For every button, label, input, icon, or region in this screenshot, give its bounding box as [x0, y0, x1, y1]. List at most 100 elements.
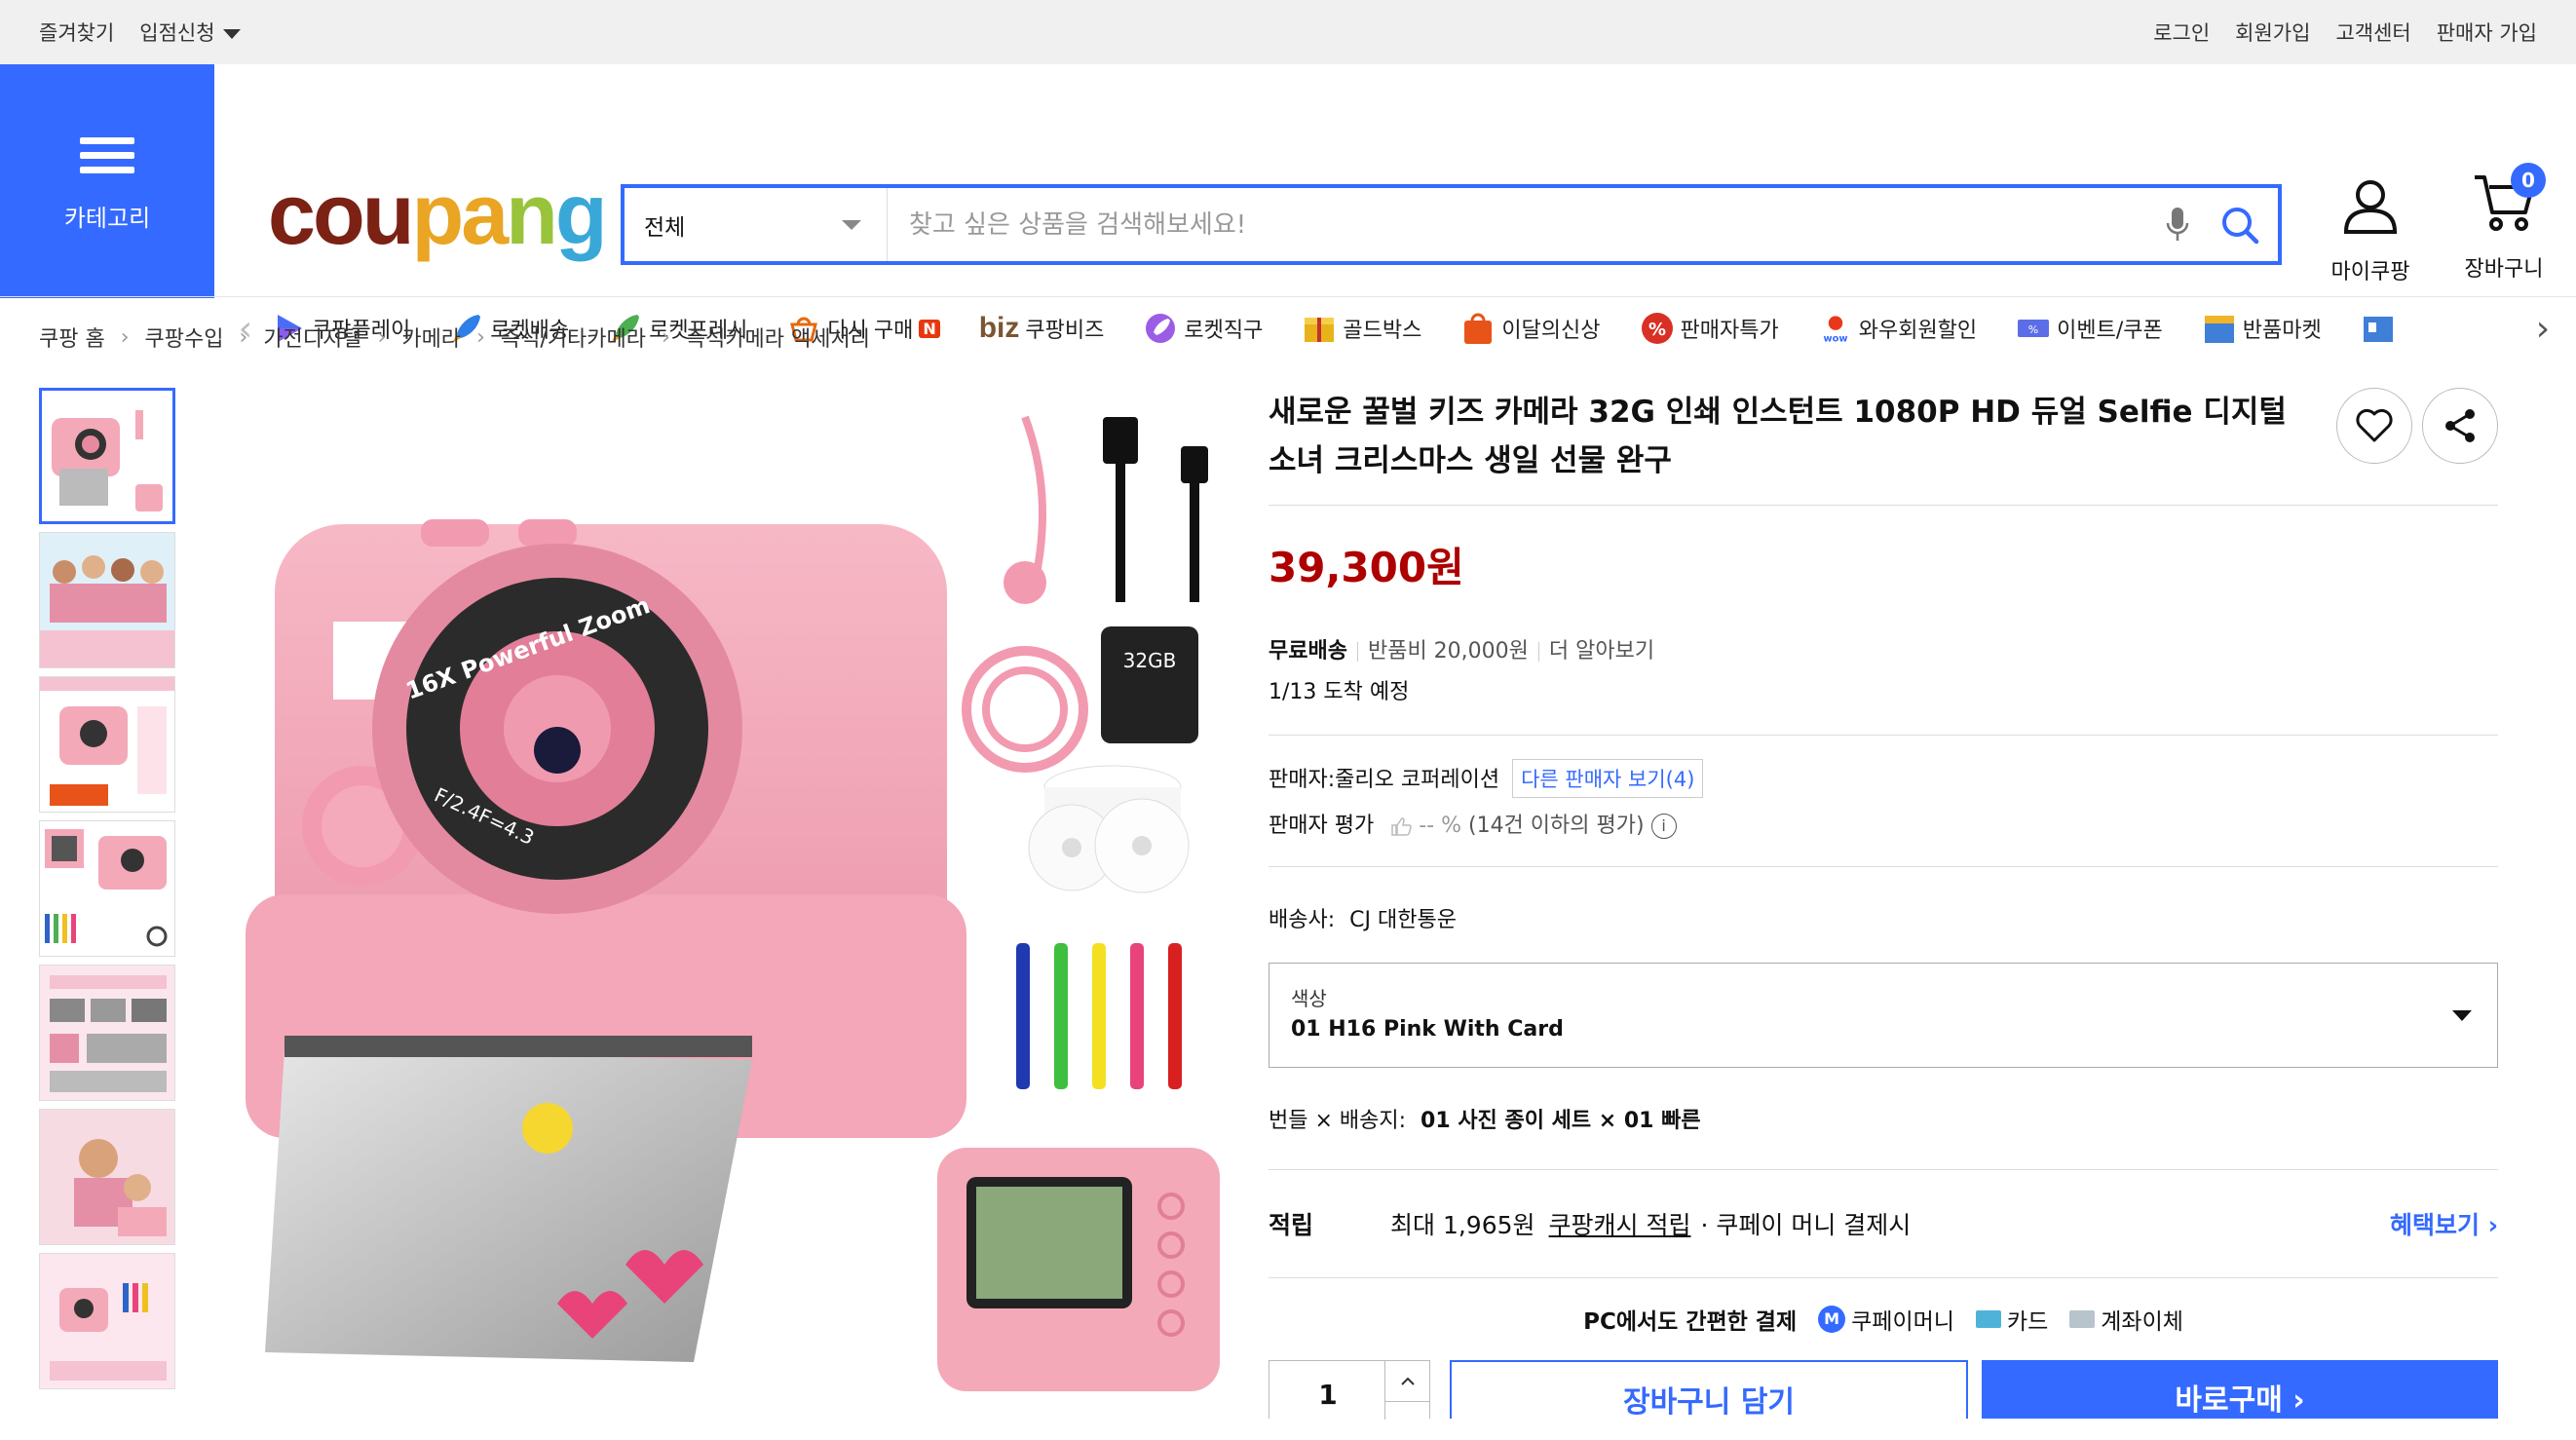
- quantity-decrease-button[interactable]: [1384, 1402, 1429, 1420]
- breadcrumb-item[interactable]: 카메라: [401, 322, 461, 353]
- buy-now-button[interactable]: 바로구매 ›: [1982, 1360, 2498, 1419]
- search-icon[interactable]: [2216, 201, 2264, 249]
- product-thumbnail[interactable]: [39, 1109, 175, 1245]
- search-scope-value: 전체: [644, 214, 686, 241]
- pay-title: PC에서도 간편한 결제: [1583, 1309, 1798, 1335]
- chevron-down-icon: [842, 219, 861, 230]
- cart-count-badge: 0: [2511, 163, 2546, 198]
- seller-join-link[interactable]: 판매자 가입: [2437, 18, 2537, 47]
- main-product-image[interactable]: 16X Powerful Zoom F/2.4F=4.3 32GB: [226, 388, 1230, 1401]
- svg-text:32GB: 32GB: [1123, 649, 1177, 672]
- nav-item-partial[interactable]: [2361, 311, 2396, 346]
- category-button[interactable]: 카테고리: [0, 64, 214, 298]
- seller-rating-row: 판매자 평가 -- % (14건 이하의 평가) i: [1269, 808, 2498, 839]
- benefit-link[interactable]: 혜택보기 ›: [2390, 1206, 2498, 1241]
- breadcrumb-item[interactable]: 쿠팡 홈: [39, 322, 105, 353]
- seller-rating-note: (14건 이하의 평가): [1467, 814, 1645, 838]
- nav-item-seller-deals[interactable]: % 판매자특가: [1640, 311, 1779, 346]
- coupang-logo[interactable]: coupang: [268, 171, 608, 257]
- other-sellers-button[interactable]: 다른 판매자 보기(4): [1512, 759, 1704, 798]
- goldbox-icon: [1302, 311, 1337, 346]
- nav-next-arrow-icon[interactable]: ›: [2527, 308, 2558, 349]
- carrier-row: 배송사: CJ 대한통운: [1269, 902, 2498, 933]
- product-thumbnail[interactable]: [39, 820, 175, 957]
- cart-button[interactable]: 0 장바구니: [2450, 163, 2557, 283]
- cart-label: 장바구니: [2464, 257, 2544, 282]
- return-fee: 반품비 20,000원: [1367, 639, 1529, 663]
- product-thumbnail[interactable]: [39, 676, 175, 813]
- store-icon: [2361, 311, 2396, 346]
- new-badge: N: [919, 319, 940, 338]
- chevron-right-icon: ›: [377, 324, 387, 350]
- caret-down-icon: [222, 29, 241, 39]
- support-link[interactable]: 고객센터: [2335, 18, 2410, 47]
- search-scope-select[interactable]: 전체: [625, 188, 888, 261]
- info-icon[interactable]: i: [1650, 814, 1677, 839]
- learn-more-link[interactable]: 더 알아보기: [1549, 639, 1654, 663]
- nav-label: 로켓직구: [1184, 319, 1264, 343]
- svg-text:%: %: [1648, 320, 1665, 340]
- search-bar: 전체: [621, 184, 2282, 265]
- quantity-value[interactable]: 1: [1269, 1379, 1386, 1411]
- nav-item-goldbox[interactable]: 골드박스: [1302, 311, 1421, 346]
- apply-menu[interactable]: 입점신청: [139, 18, 241, 47]
- bookmark-link[interactable]: 즐겨찾기: [39, 18, 114, 47]
- nav-label: 이달의신상: [1501, 319, 1601, 343]
- coupang-cash-link[interactable]: 쿠팡캐시 적립: [1549, 1206, 1691, 1241]
- nav-item-return-market[interactable]: 반품마켓: [2202, 311, 2322, 346]
- seller-rating-value: -- %: [1419, 814, 1461, 838]
- search-input[interactable]: [888, 188, 2153, 261]
- nav-label: 반품마켓: [2242, 319, 2322, 343]
- product-thumbnail[interactable]: [39, 1253, 175, 1389]
- nav-item-coupang-biz[interactable]: biz 쿠팡비즈: [979, 312, 1105, 345]
- seller-name[interactable]: 줄리오 코퍼레이션: [1335, 768, 1499, 792]
- signup-link[interactable]: 회원가입: [2235, 18, 2310, 47]
- seller-rating-label: 판매자 평가: [1269, 814, 1375, 838]
- arrival-estimate: 1/13 도착 예정: [1269, 680, 1410, 704]
- chevron-right-icon: ›: [661, 324, 670, 350]
- login-link[interactable]: 로그인: [2153, 18, 2210, 47]
- payment-methods-row: PC에서도 간편한 결제 M 쿠페이머니 카드 계좌이체: [1269, 1278, 2498, 1360]
- hamburger-icon: [80, 130, 134, 181]
- breadcrumb-item[interactable]: 즉석카메라 액세서리: [686, 322, 870, 353]
- wishlist-button[interactable]: [2336, 388, 2412, 464]
- nav-label: 골드박스: [1343, 319, 1422, 343]
- global-rocket-icon: [1143, 311, 1178, 346]
- nav-item-rocket-global[interactable]: 로켓직구: [1143, 311, 1263, 346]
- product-thumbnail[interactable]: [39, 965, 175, 1101]
- chevron-right-icon: ›: [476, 324, 485, 350]
- my-coupang-label: 마이쿠팡: [2330, 260, 2410, 284]
- breadcrumb-item[interactable]: 쿠팡수입: [145, 322, 224, 353]
- product-thumbnail[interactable]: [39, 388, 175, 524]
- add-to-cart-button[interactable]: 장바구니 담기: [1450, 1360, 1968, 1420]
- microphone-icon[interactable]: [2153, 201, 2202, 249]
- return-market-icon: [2202, 311, 2237, 346]
- reward-max: 최대 1,965원: [1390, 1211, 1535, 1239]
- product-thumbnail[interactable]: [39, 532, 175, 668]
- my-coupang-button[interactable]: 마이쿠팡: [2322, 176, 2419, 285]
- product-price: 39,300원: [1269, 544, 1464, 591]
- color-option-select[interactable]: 색상 01 H16 Pink With Card: [1269, 963, 2498, 1068]
- card-icon: [1975, 1310, 2001, 1328]
- quantity-increase-button[interactable]: [1384, 1361, 1429, 1402]
- bundle-label: 번들 × 배송지:: [1269, 1109, 1407, 1133]
- nav-item-events-coupons[interactable]: % 이벤트/쿠폰: [2016, 311, 2163, 346]
- option-label: 색상: [1291, 987, 1327, 1010]
- breadcrumb-item[interactable]: 가전디지털: [263, 322, 361, 353]
- shipping-row: 무료배송 반품비 20,000원 더 알아보기: [1269, 633, 2498, 664]
- coupay-money-tag: M 쿠페이머니: [1818, 1303, 1954, 1336]
- biz-icon: biz: [978, 312, 1020, 344]
- nav-item-wow-discount[interactable]: wow 와우회원할인: [1818, 311, 1977, 346]
- free-shipping-label: 무료배송: [1269, 639, 1347, 663]
- thumbnail-list: [39, 388, 177, 1397]
- share-button[interactable]: [2422, 388, 2498, 464]
- breadcrumb-item[interactable]: 즉석/기타카메라: [501, 322, 646, 353]
- breadcrumb: 쿠팡 홈 › 쿠팡수입 › 가전디지털 › 카메라 › 즉석/기타카메라 › 즉석카메라 …: [39, 322, 870, 353]
- bundle-row: 번들 × 배송지: 01 사진 종이 세트 × 01 빠른: [1269, 1103, 2498, 1134]
- product-info: 새로운 꿀벌 키즈 카메라 32G 인쇄 인스턴트 1080P HD 듀얼 Se…: [1269, 388, 2498, 1420]
- nav-item-monthly-new[interactable]: 이달의신상: [1460, 311, 1601, 346]
- share-icon: [2445, 409, 2475, 442]
- seller-label: 판매자:: [1269, 768, 1336, 792]
- header-divider: [0, 296, 2576, 297]
- wow-icon: wow: [1818, 311, 1853, 346]
